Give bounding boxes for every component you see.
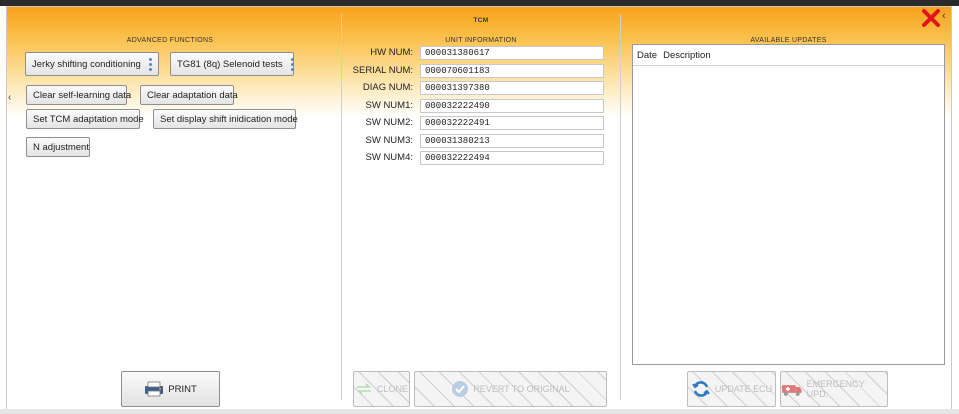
field-label: HW NUM: (370, 47, 413, 58)
chevron-left-icon[interactable]: ‹ (8, 92, 11, 103)
refresh-icon (691, 381, 710, 397)
field-label: SW NUM4: (365, 152, 414, 163)
jerky-shifting-button[interactable]: Jerky shifting conditioning (25, 52, 159, 76)
diag-num-field[interactable]: 000031397380 (420, 81, 604, 95)
emergency-update-button[interactable]: EMERGENCY UPD. (780, 371, 888, 407)
unit-information-title: UNIT INFORMATION (445, 37, 517, 44)
serial-num-field[interactable]: 000070601183 (420, 64, 604, 78)
update-ecu-label: UPDATE ECU (714, 384, 773, 394)
emergency-label: EMERGENCY UPD. (806, 379, 865, 399)
more-options-icon[interactable] (148, 57, 152, 71)
updates-table[interactable]: Date Description (632, 44, 945, 365)
printer-icon (145, 381, 164, 397)
more-options-icon[interactable] (290, 57, 294, 71)
available-updates-title: AVAILABLE UPDATES (750, 37, 827, 44)
ecu-title: TCM (473, 17, 489, 24)
sw-num3-field[interactable]: 000031380213 (420, 134, 604, 148)
column-header-description[interactable]: Description (663, 50, 711, 61)
updates-table-header: Date Description (633, 45, 944, 66)
column-header-date[interactable]: Date (637, 50, 657, 61)
revert-icon (452, 381, 469, 397)
button-label: TG81 (8q) Selenoid tests (177, 58, 283, 70)
advanced-functions-title: ADVANCED FUNCTIONS (126, 37, 214, 44)
field-label: SERIAL NUM: (352, 65, 413, 76)
close-icon (922, 9, 940, 27)
clone-icon (356, 383, 371, 395)
n-adjustment-button[interactable]: N adjustment (26, 137, 90, 157)
field-label: SW NUM2: (365, 117, 414, 128)
update-ecu-button[interactable]: UPDATE ECU (687, 371, 776, 407)
revert-label: REVERT TO ORIGINAL (473, 384, 570, 394)
field-label: SW NUM3: (365, 135, 414, 146)
print-button[interactable]: PRINT (121, 371, 220, 407)
bottom-status-strip (0, 409, 959, 414)
clone-label: CLONE (376, 384, 408, 394)
sw-num1-field[interactable]: 000032222490 (420, 99, 604, 113)
field-label: SW NUM1: (365, 100, 414, 111)
clear-adaptation-button[interactable]: Clear adaptation data (140, 85, 238, 105)
revert-to-original-button[interactable]: REVERT TO ORIGINAL (414, 371, 607, 407)
close-button[interactable] (921, 8, 941, 28)
button-label: Jerky shifting conditioning (32, 58, 141, 70)
hw-num-field[interactable]: 000031380617 (420, 46, 604, 60)
selenoid-tests-button[interactable]: TG81 (8q) Selenoid tests (170, 52, 294, 76)
sw-num4-field[interactable]: 000032222494 (420, 151, 604, 165)
clone-button[interactable]: CLONE (353, 371, 410, 407)
print-label: PRINT (168, 383, 197, 395)
set-display-shift-button[interactable]: Set display shift inidication mode (153, 109, 298, 129)
column-divider (620, 14, 621, 400)
ambulance-icon (781, 385, 802, 396)
field-label: DIAG NUM: (362, 82, 413, 93)
clear-self-learning-button[interactable]: Clear self-learning data (26, 85, 131, 105)
set-tcm-adaptation-button[interactable]: Set TCM adaptation mode (26, 109, 144, 129)
chevron-left-icon[interactable]: ‹ (942, 10, 946, 22)
sw-num2-field[interactable]: 000032222491 (420, 116, 604, 130)
